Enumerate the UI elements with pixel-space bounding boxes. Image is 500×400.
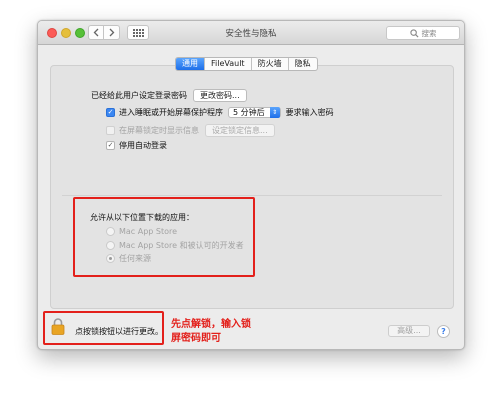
- set-lock-message-button[interactable]: 设定锁定信息...: [205, 124, 275, 137]
- tab-bar: 通用 FileVault 防火墙 隐私: [175, 57, 318, 71]
- tab-privacy[interactable]: 隐私: [289, 58, 317, 70]
- require-password-label: 进入睡眠或开始屏幕保护程序: [119, 108, 223, 117]
- delay-value: 5 分钟后: [233, 108, 265, 117]
- require-password-suffix: 要求输入密码: [285, 108, 334, 117]
- search-input[interactable]: 搜索: [386, 26, 460, 40]
- annotation-note: 先点解锁，输入锁 屏密码即可: [171, 318, 251, 346]
- annotation-line-1: 先点解锁，输入锁: [171, 319, 251, 330]
- show-message-label: 在屏幕锁定时显示信息: [119, 126, 199, 135]
- search-icon: [409, 28, 419, 38]
- section-divider: [62, 195, 442, 196]
- password-set-label: 已经给此用户设定登录密码: [91, 91, 187, 100]
- lock-hint-text: 点按锁按钮以进行更改。: [75, 327, 163, 336]
- title-bar: 安全性与隐私 搜索: [38, 21, 464, 45]
- require-password-delay-select[interactable]: 5 分钟后 ⇕: [228, 107, 281, 118]
- change-password-button[interactable]: 更改密码...: [193, 89, 247, 102]
- disable-auto-login-label: 停用自动登录: [119, 141, 167, 150]
- password-row: 已经给此用户设定登录密码 更改密码...: [91, 89, 247, 102]
- tab-filevault[interactable]: FileVault: [205, 58, 252, 70]
- advanced-button[interactable]: 高级...: [388, 325, 430, 337]
- annotation-box-download: [73, 197, 255, 277]
- tab-general[interactable]: 通用: [176, 58, 205, 70]
- require-password-row: ✓ 进入睡眠或开始屏幕保护程序 5 分钟后 ⇕ 要求输入密码: [106, 107, 334, 118]
- lock-icon[interactable]: [51, 318, 65, 335]
- search-placeholder: 搜索: [421, 28, 437, 38]
- help-button[interactable]: ?: [437, 325, 450, 338]
- show-message-checkbox[interactable]: [106, 126, 115, 135]
- show-message-row: 在屏幕锁定时显示信息 设定锁定信息...: [106, 124, 275, 137]
- tab-firewall[interactable]: 防火墙: [252, 58, 289, 70]
- updown-arrow-icon: ⇕: [269, 107, 280, 118]
- require-password-checkbox[interactable]: ✓: [106, 108, 115, 117]
- preferences-window: 安全性与隐私 搜索 通用 FileVault 防火墙 隐私 已经给此用户设定登录…: [37, 20, 465, 350]
- auto-login-row: ✓ 停用自动登录: [106, 140, 167, 151]
- annotation-line-2: 屏密码即可: [171, 333, 221, 344]
- disable-auto-login-checkbox[interactable]: ✓: [106, 141, 115, 150]
